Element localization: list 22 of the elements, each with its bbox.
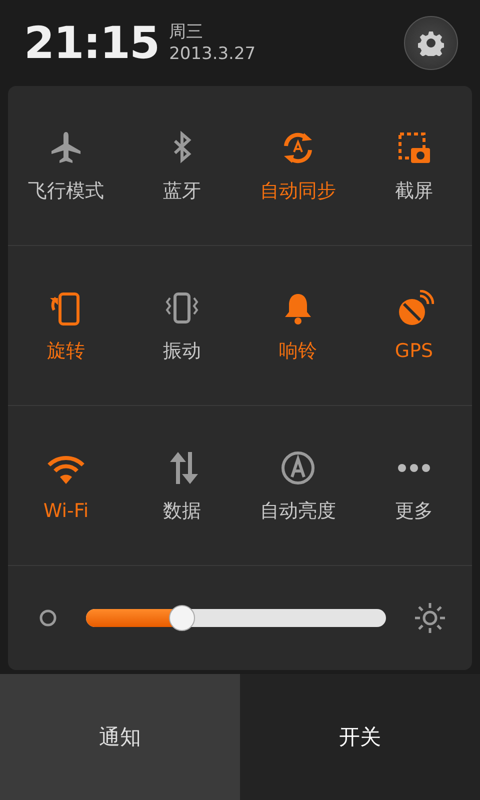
toggle-button[interactable]: 自动同步	[240, 86, 356, 245]
toggle-button[interactable]: 飞行模式	[8, 86, 124, 245]
toggle-button[interactable]: 截屏	[356, 86, 472, 245]
tab[interactable]: 通知	[0, 674, 240, 800]
toggle-button[interactable]: 数据	[124, 406, 240, 565]
toggle-button[interactable]: GPS	[356, 246, 472, 405]
brightness-icon	[414, 602, 446, 634]
toggle-button[interactable]: 自动亮度	[240, 406, 356, 565]
tab[interactable]: 开关	[240, 674, 480, 800]
weekday: 周三	[169, 21, 204, 43]
toggle-button[interactable]: 振动	[124, 246, 240, 405]
toggle-button[interactable]: 旋转	[8, 246, 124, 405]
toggle-button[interactable]: 蓝牙	[124, 86, 240, 245]
settings-button[interactable]	[404, 16, 458, 70]
settings-icon	[418, 30, 444, 56]
toggle-button[interactable]: 响铃	[240, 246, 356, 405]
toggle-button[interactable]: Wi-Fi	[8, 406, 124, 565]
toggle-button[interactable]: 更多	[356, 406, 472, 565]
clock-time: 21:15	[24, 18, 160, 68]
brightness-slider[interactable]	[86, 603, 386, 633]
dim-brightness-icon	[38, 608, 58, 628]
date: 2013.3.27	[169, 43, 257, 65]
